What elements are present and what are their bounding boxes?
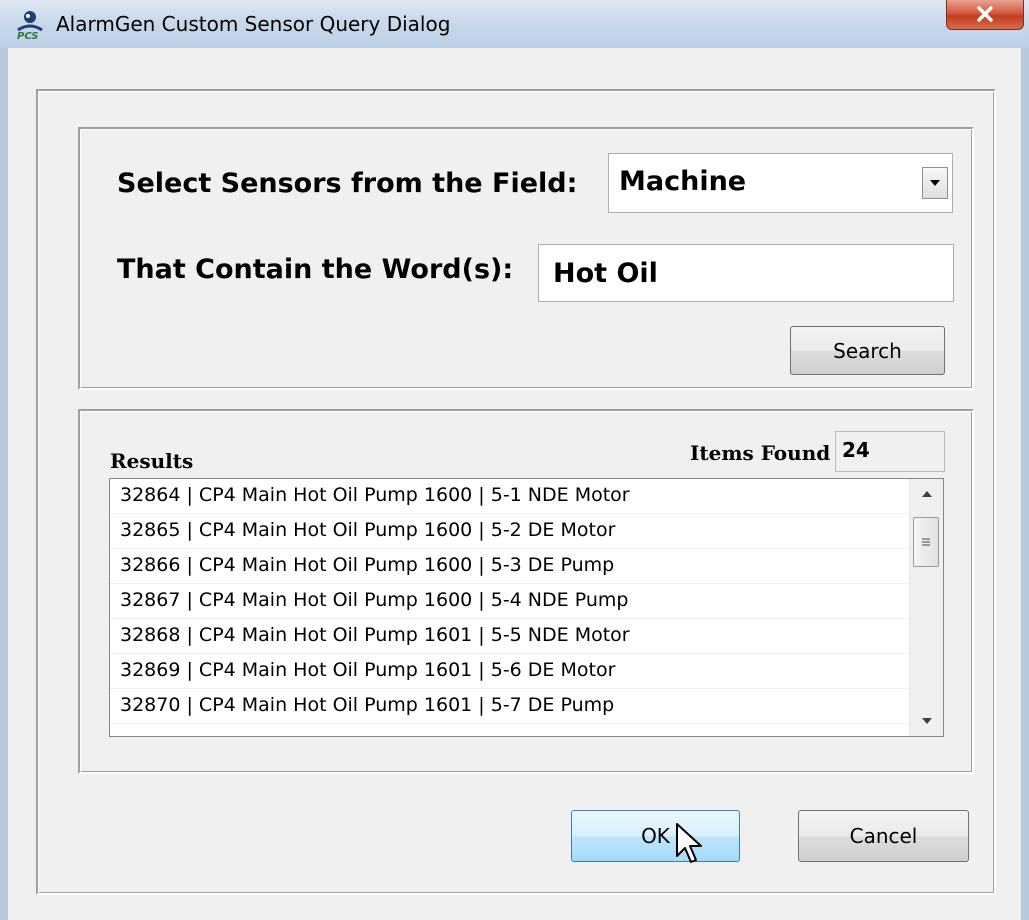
close-icon (977, 6, 993, 22)
grip-icon (922, 538, 930, 546)
ok-button[interactable]: OK (571, 810, 740, 862)
title-bar[interactable]: PCS AlarmGen Custom Sensor Query Dialog (0, 0, 1029, 49)
results-scrollbar[interactable] (909, 479, 943, 736)
results-list[interactable]: 32864 | CP4 Main Hot Oil Pump 1600 | 5-1… (109, 478, 944, 737)
scroll-thumb[interactable] (913, 517, 939, 567)
arrow-up-icon (921, 491, 932, 497)
list-item[interactable]: 32866 | CP4 Main Hot Oil Pump 1600 | 5-3… (110, 549, 909, 584)
field-select-value: Machine (619, 166, 747, 197)
cancel-button[interactable]: Cancel (798, 810, 969, 862)
list-item[interactable]: 32868 | CP4 Main Hot Oil Pump 1601 | 5-5… (110, 619, 909, 654)
list-item[interactable]: 32869 | CP4 Main Hot Oil Pump 1601 | 5-6… (110, 654, 909, 689)
list-item[interactable]: 32870 | CP4 Main Hot Oil Pump 1601 | 5-7… (110, 689, 909, 724)
field-label: Select Sensors from the Field: (117, 168, 578, 199)
search-button[interactable]: Search (790, 326, 945, 375)
items-found-label: Items Found (690, 441, 831, 465)
list-item[interactable]: 32865 | CP4 Main Hot Oil Pump 1600 | 5-2… (110, 514, 909, 549)
svg-text:PCS: PCS (17, 31, 39, 40)
field-select[interactable]: Machine (608, 153, 953, 213)
scroll-up-button[interactable] (910, 479, 943, 509)
window-border-left (0, 48, 8, 920)
window-title: AlarmGen Custom Sensor Query Dialog (56, 12, 451, 36)
results-label: Results (110, 449, 194, 473)
arrow-down-icon (921, 718, 932, 724)
dropdown-arrow-button[interactable] (922, 167, 948, 199)
chevron-down-icon (930, 180, 940, 186)
contains-words-input[interactable] (538, 244, 954, 302)
list-item[interactable]: 32864 | CP4 Main Hot Oil Pump 1600 | 5-1… (110, 479, 909, 514)
contains-label: That Contain the Word(s): (117, 254, 514, 285)
items-found-count: 24 (835, 431, 945, 472)
scroll-down-button[interactable] (910, 706, 943, 736)
pcs-sensor-icon: PCS (14, 10, 46, 42)
window-border-right (1021, 48, 1029, 920)
list-item[interactable]: 32867 | CP4 Main Hot Oil Pump 1600 | 5-4… (110, 584, 909, 619)
close-button[interactable] (946, 0, 1024, 30)
mouse-pointer-icon (676, 823, 702, 863)
